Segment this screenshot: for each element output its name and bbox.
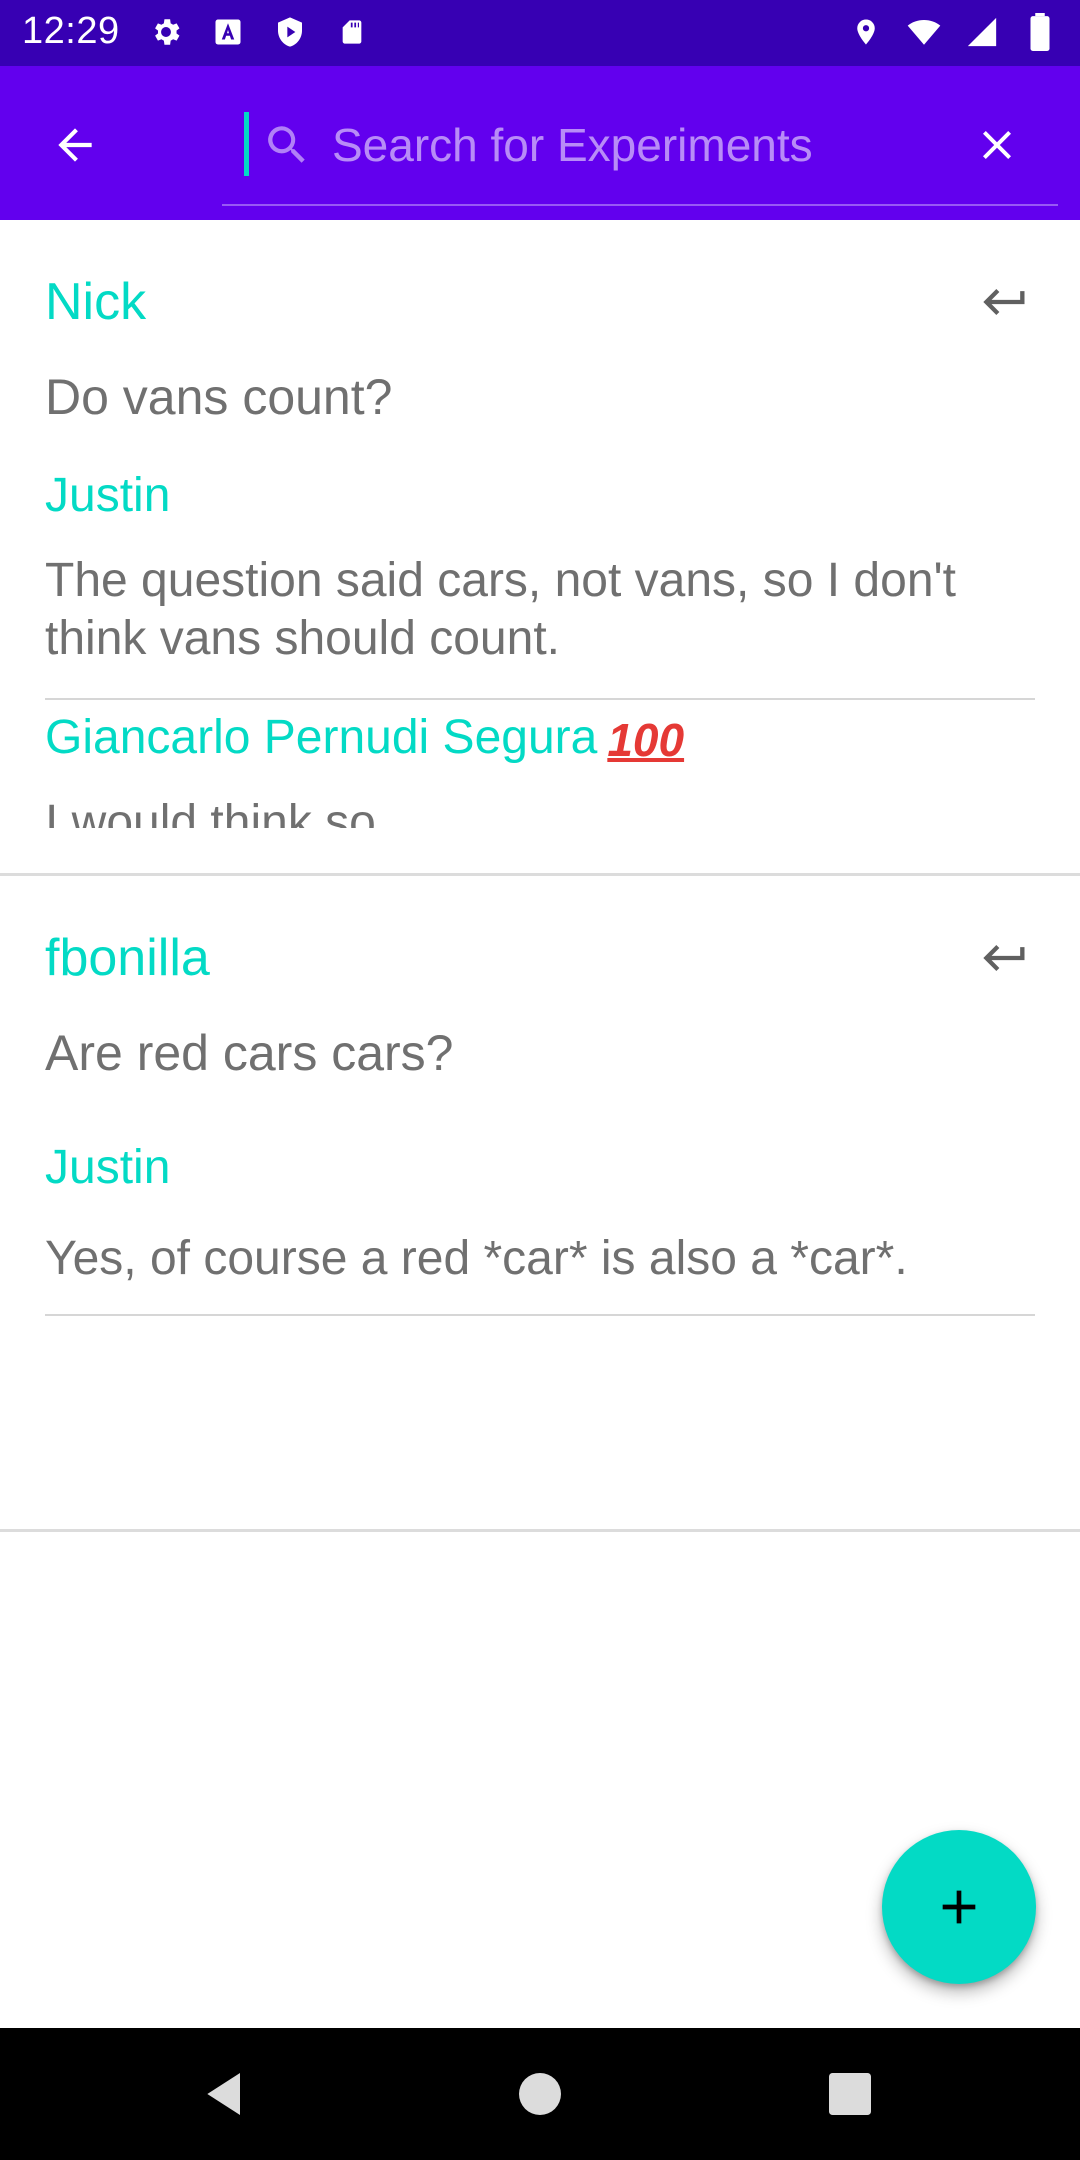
search-icon bbox=[262, 120, 312, 170]
back-button[interactable] bbox=[40, 110, 110, 180]
battery-icon bbox=[1022, 13, 1058, 51]
sd-card-icon bbox=[334, 14, 370, 50]
search-bar[interactable] bbox=[222, 96, 1058, 206]
search-input[interactable] bbox=[330, 110, 910, 180]
clear-search-button[interactable] bbox=[964, 112, 1030, 178]
reply-text: The question said cars, not vans, so I d… bbox=[45, 554, 957, 665]
recents-square-icon bbox=[829, 2073, 871, 2115]
reply-author: Justin bbox=[45, 1141, 171, 1194]
question-card: Nick Do vans count? Justin The question … bbox=[0, 220, 1080, 876]
question-text: Do vans count? bbox=[45, 369, 393, 425]
plus-icon bbox=[942, 1890, 976, 1924]
reply-button[interactable] bbox=[975, 928, 1035, 988]
status-time: 12:29 bbox=[22, 10, 120, 52]
question-text: Are red cars cars? bbox=[45, 1025, 454, 1081]
home-circle-icon bbox=[519, 2073, 561, 2115]
status-bar: 12:29 bbox=[0, 0, 1080, 66]
status-icons-left bbox=[148, 14, 370, 50]
wifi-icon bbox=[906, 14, 942, 50]
shield-play-icon bbox=[272, 14, 308, 50]
a-box-icon bbox=[210, 14, 246, 50]
keyboard-return-icon bbox=[983, 945, 1025, 971]
text-cursor bbox=[244, 112, 249, 176]
reply-button[interactable] bbox=[975, 272, 1035, 332]
navigation-bar bbox=[0, 2028, 1080, 2160]
back-triangle-icon bbox=[207, 2073, 240, 2115]
app-bar bbox=[0, 66, 1080, 220]
reply-author: Giancarlo Pernudi Segura bbox=[45, 711, 598, 764]
replies-list: Justin Yes, of course a red *car* is als… bbox=[0, 1138, 1080, 1518]
nav-home-button[interactable] bbox=[504, 2058, 576, 2130]
settings-icon bbox=[148, 14, 184, 50]
add-question-button[interactable] bbox=[882, 1830, 1036, 1984]
signal-icon bbox=[964, 14, 1000, 50]
replies-list: Justin The question said cars, not vans,… bbox=[0, 460, 1080, 828]
location-icon bbox=[848, 14, 884, 50]
status-icons-right bbox=[848, 13, 1058, 51]
close-icon bbox=[983, 131, 1011, 159]
question-author: Nick bbox=[45, 273, 147, 331]
hundred-points-icon: 100 bbox=[607, 714, 685, 767]
question-card: fbonilla Are red cars cars? Justin Yes, … bbox=[0, 876, 1080, 1532]
nav-back-button[interactable] bbox=[190, 2058, 262, 2130]
reply-divider bbox=[45, 1314, 1035, 1316]
arrow-back-icon bbox=[58, 128, 92, 162]
reply-divider bbox=[45, 698, 1035, 700]
keyboard-return-icon bbox=[983, 289, 1025, 315]
reply-text: I would think so bbox=[45, 796, 376, 828]
question-author: fbonilla bbox=[45, 929, 210, 987]
reply-author-row: Giancarlo Pernudi Segura 100 bbox=[45, 710, 684, 767]
reply-text: Yes, of course a red *car* is also a *ca… bbox=[45, 1232, 908, 1285]
nav-recents-button[interactable] bbox=[814, 2058, 886, 2130]
reply-author: Justin bbox=[45, 469, 171, 522]
